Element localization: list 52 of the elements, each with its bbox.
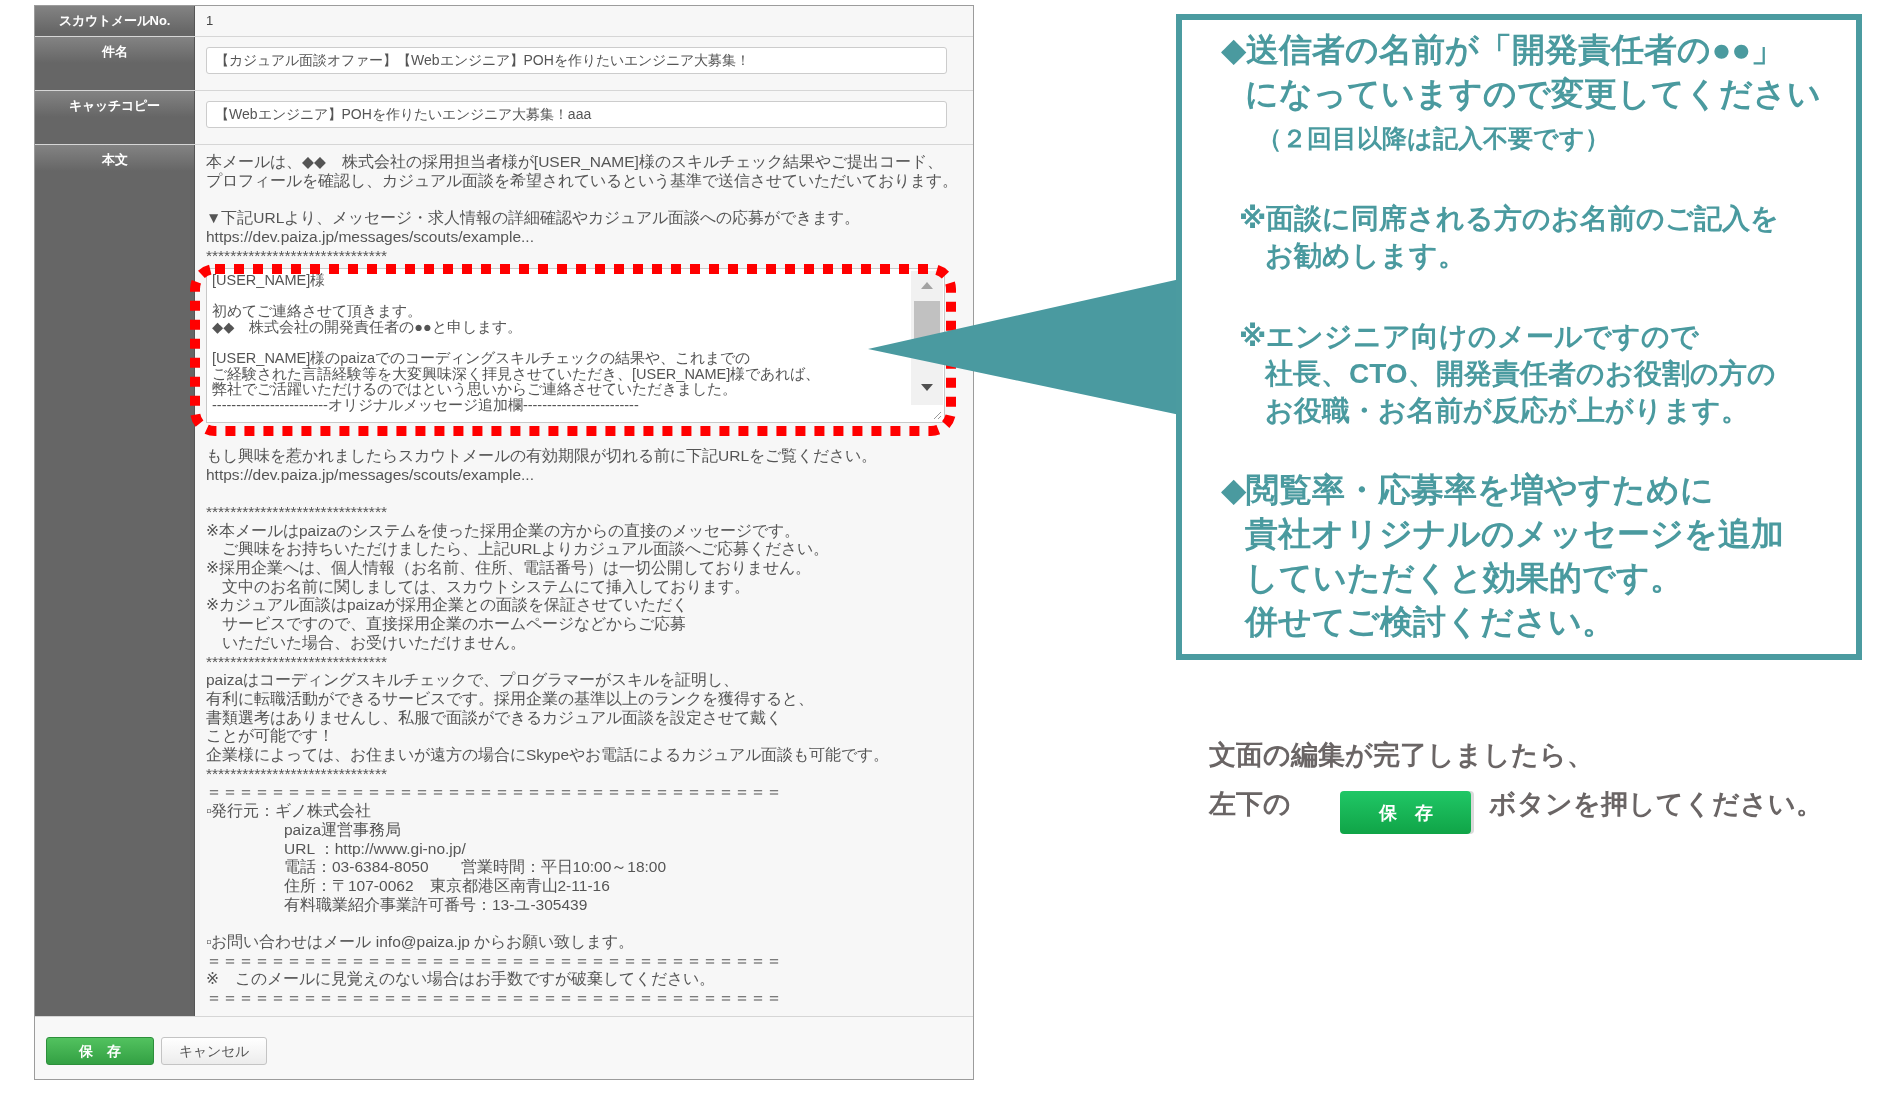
body-text-line: URL ：http://www.gi-no.jp/	[284, 839, 466, 859]
text-input[interactable]: 【Webエンジニア】POHを作りたいエンジニア大募集！aaa	[206, 101, 947, 128]
field-label: 本文	[101, 152, 128, 167]
body-text-line: paizaはコーディングスキルチェックで、プログラマーがスキルを証明し、	[206, 671, 740, 690]
body-text-line: プロフィールを確認し、カジュアル面談を希望されているという基準で送信させていただいております。	[206, 171, 958, 191]
resize-grip-icon[interactable]	[933, 411, 942, 421]
field-label: スカウトメールNo.	[58, 13, 171, 28]
instruction-text: 左下の	[1209, 787, 1291, 821]
body-text-line: ▫お問い合わせはメール info@paiza.jp からお願い致します。	[206, 933, 635, 952]
body-text-line: ＝＝＝＝＝＝＝＝＝＝＝＝＝＝＝＝＝＝＝＝＝＝＝＝＝＝＝＝＝＝＝＝＝＝＝＝	[206, 989, 782, 1008]
text-input[interactable]: 【カジュアル面談オファー】【Webエンジニア】POHを作りたいエンジニア大募集！	[206, 47, 947, 74]
caret-down-icon[interactable]	[921, 384, 933, 392]
callout-note: ※面談に同席される方のお名前のご記入を お勧めします。	[1238, 202, 1781, 273]
callout-subnote: （２回目以降は記入不要です）	[1256, 123, 1611, 154]
body-text-line: ******************************	[206, 502, 387, 522]
field-label: キャッチコピー	[69, 98, 160, 113]
callout-heading: ◆送信者の名前が「開発責任者の●●」 になっていますので変更してください	[1221, 30, 1822, 114]
scout-number: 1	[206, 13, 214, 28]
body-text-line: ※採用企業へは、個人情報（お名前、住所、電話番号）は一切公開しておりません。	[206, 559, 811, 578]
body-text-line: ＝＝＝＝＝＝＝＝＝＝＝＝＝＝＝＝＝＝＝＝＝＝＝＝＝＝＝＝＝＝＝＝＝＝＝＝	[206, 951, 782, 970]
field-label: 件名	[101, 44, 128, 59]
cancel-button[interactable]: キャンセル	[161, 1036, 267, 1065]
body-text-line: ＝＝＝＝＝＝＝＝＝＝＝＝＝＝＝＝＝＝＝＝＝＝＝＝＝＝＝＝＝＝＝＝＝＝＝＝	[206, 783, 782, 803]
body-text-line: ******************************	[206, 764, 387, 784]
body-text-line: ※本メールはpaizaのシステムを使った採用企業の方からの直接のメッセージです。	[206, 521, 801, 540]
body-text-line: ******************************	[206, 652, 387, 672]
callout-heading: ◆閲覧率・応募率を増やすために 貴社オリジナルのメッセージを追加 していただくと効果的です。 併せてご検討ください。	[1221, 470, 1785, 642]
body-text-line: ※カジュアル面談はpaizaが採用企業との面談を保証させていただく	[206, 596, 689, 615]
body-text-line: 有利に転職活動ができるサービスです。採用企業の基準以上のランクを獲得すると、	[206, 689, 814, 709]
body-text-line: ******************************	[206, 246, 387, 266]
body-text-line: ご興味をお持ちいただけましたら、上記URLよりカジュアル面談へご応募ください。	[221, 540, 829, 559]
body-text-line: paiza運営事務局	[284, 820, 402, 840]
body-text-line: いただいた場合、お受けいただけません。	[221, 633, 526, 653]
body-text-line: 住所：〒107-0062 東京都港区南青山2-11-16	[284, 876, 610, 896]
body-text-line: 有料職業紹介事業許可番号：13-ユ-305439	[284, 895, 588, 915]
body-text-line: 書類選考はありませんし、私服で面談ができるカジュアル面談を設定させて戴く	[206, 708, 782, 728]
body-text-line: もし興味を惹かれましたらスカウトメールの有効期限が切れる前に下記URLをご覧ください。	[206, 446, 877, 466]
body-text-line: ▫発行元：ギノ株式会社	[206, 802, 372, 821]
body-text-line: 企業様によっては、お住まいが遠方の場合にSkypeやお電話によるカジュアル面談も可能です。	[206, 746, 890, 765]
instruction-text: ボタンを押してください。	[1489, 787, 1823, 821]
body-text-line: サービスですので、直接採用企業のホームページなどからご応募	[221, 615, 686, 634]
body-text-line: 電話：03-6384-8050 営業時間：平日10:00～18:00	[284, 858, 667, 877]
caret-up-icon[interactable]	[921, 282, 933, 290]
body-text-line: https://dev.paiza.jp/messages/scouts/example...	[206, 227, 534, 247]
body-text-line: ▼下記URLより、メッセージ・求人情報の詳細確認やカジュアル面談への応募ができます。	[206, 209, 861, 228]
body-text-line: ※ このメールに見覚えのない場合はお手数ですが破棄してください。	[206, 970, 715, 990]
instruction-text: 文面の編集が完了しましたら、	[1209, 739, 1595, 772]
callout-note: ※エンジニア向けのメールですので 社長、CTO、開発責任者のお役割の方の お役職・お名前が反応が上がります。	[1238, 320, 1777, 428]
body-text-line: https://dev.paiza.jp/messages/scouts/example...	[206, 465, 534, 485]
body-text-line: ことが可能です！	[206, 727, 334, 747]
body-text-line: 文中のお名前に関しましては、スカウトシステムにて挿入しております。	[221, 577, 750, 597]
body-text-line: 本メールは、◆◆ 株式会社の採用担当者様が[USER_NAME]様のスキルチェック結果やご提出コード、	[206, 153, 943, 172]
